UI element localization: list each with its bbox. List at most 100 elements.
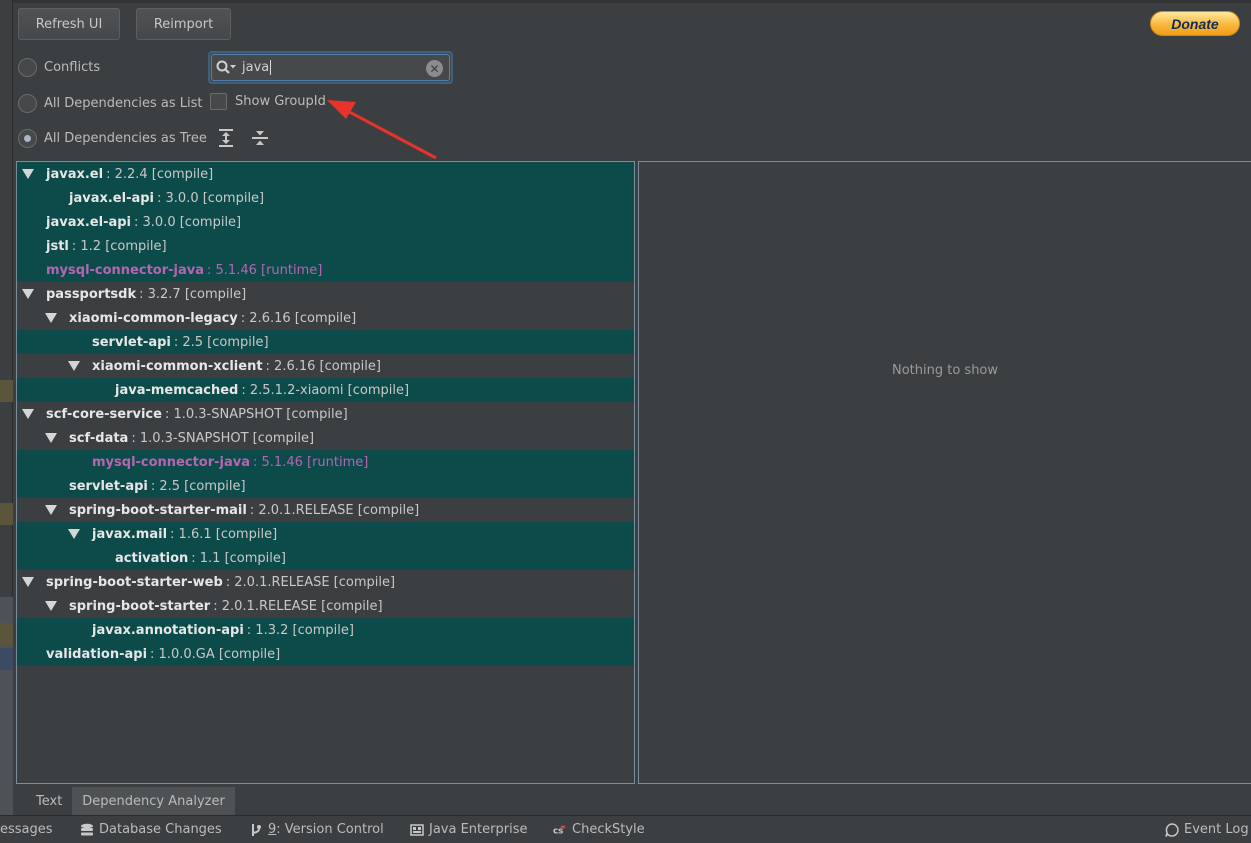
java-enterprise-button[interactable]: Java Enterprise	[410, 822, 527, 837]
mode-conflicts-label: Conflicts	[44, 59, 101, 75]
dependency-name: javax.el	[46, 166, 104, 182]
dependency-version: : 2.0.1.RELEASE [compile]	[213, 598, 383, 614]
tree-row[interactable]: scf-core-service: 1.0.3-SNAPSHOT [compil…	[17, 402, 634, 426]
expand-toggle-icon[interactable]	[68, 361, 80, 371]
dependency-version: : 1.3.2 [compile]	[246, 622, 354, 638]
branch-icon	[252, 823, 261, 836]
dependency-version: : 1.1 [compile]	[191, 550, 286, 566]
tree-row[interactable]: scf-data: 1.0.3-SNAPSHOT [compile]	[17, 426, 634, 450]
event-log-icon	[1165, 822, 1179, 837]
dependency-version: : 2.0.1.RELEASE [compile]	[249, 502, 420, 518]
dependency-version: : 1.0.3-SNAPSHOT [compile]	[131, 430, 315, 446]
expand-toggle-icon[interactable]	[45, 505, 57, 515]
version-control-button[interactable]: 9: Version Control	[249, 822, 384, 837]
tree-row[interactable]: javax.el-api: 3.0.0 [compile]	[17, 186, 634, 210]
dependency-name: javax.el-api	[46, 214, 132, 230]
dependency-name: javax.mail	[92, 526, 168, 542]
radio-conflicts[interactable]	[18, 57, 37, 77]
dependency-version: : 3.0.0 [compile]	[157, 190, 265, 206]
show-groupid-label: Show GroupId	[235, 94, 326, 109]
tree-row[interactable]: javax.annotation-api: 1.3.2 [compile]	[17, 618, 634, 642]
reimport-button[interactable]: Reimport	[136, 8, 231, 40]
expand-toggle-icon[interactable]	[22, 289, 34, 299]
search-input[interactable]: java	[242, 60, 272, 75]
mode-list[interactable]: All Dependencies as List	[18, 93, 203, 113]
refresh-ui-button[interactable]: Refresh UI	[18, 8, 120, 40]
expand-toggle-icon[interactable]	[45, 433, 57, 443]
gutter-marker	[0, 623, 13, 645]
database-changes-label: Database Changes	[99, 822, 222, 837]
dependency-version: : 2.0.1.RELEASE [compile]	[225, 574, 396, 590]
tree-row[interactable]: javax.el: 2.2.4 [compile]	[17, 162, 634, 186]
tree-row[interactable]: spring-boot-starter-web: 2.0.1.RELEASE […	[17, 570, 634, 594]
window-top-edge	[0, 0, 1251, 3]
mode-tree-label: All Dependencies as Tree	[44, 130, 207, 146]
java-enterprise-icon	[410, 823, 424, 836]
dependency-version: : 1.6.1 [compile]	[170, 526, 278, 542]
expand-toggle-icon[interactable]	[22, 577, 34, 587]
clear-icon[interactable]: ✕	[426, 60, 443, 77]
dependency-name: javax.el-api	[69, 190, 155, 206]
tree-row[interactable]: activation: 1.1 [compile]	[17, 546, 634, 570]
tab-text[interactable]: Text	[26, 787, 72, 815]
dependency-name: javax.annotation-api	[92, 622, 244, 638]
tree-row[interactable]: xiaomi-common-legacy: 2.6.16 [compile]	[17, 306, 634, 330]
tree-row[interactable]: servlet-api: 2.5 [compile]	[17, 330, 634, 354]
dependency-version: : 1.0.0.GA [compile]	[150, 646, 281, 662]
donate-button[interactable]: Donate	[1150, 11, 1240, 36]
tree-row[interactable]: mysql-connector-java: 5.1.46 [runtime]	[17, 258, 634, 282]
search-field[interactable]: java ✕	[208, 51, 453, 84]
mode-conflicts[interactable]: Conflicts	[18, 57, 100, 77]
show-groupid-toggle[interactable]: Show GroupId	[210, 93, 326, 110]
tree-row[interactable]: passportsdk: 3.2.7 [compile]	[17, 282, 634, 306]
dependency-name: validation-api	[46, 646, 148, 662]
gutter-marker	[0, 648, 13, 670]
tree-row[interactable]: javax.el-api: 3.0.0 [compile]	[17, 210, 634, 234]
dependency-name: xiaomi-common-legacy	[69, 310, 238, 326]
collapse-all-icon[interactable]	[251, 128, 269, 148]
tree-row[interactable]: javax.mail: 1.6.1 [compile]	[17, 522, 634, 546]
mode-tree[interactable]: All Dependencies as Tree	[18, 128, 207, 148]
expand-toggle-icon[interactable]	[68, 529, 80, 539]
database-changes-button[interactable]: Database Changes	[80, 822, 222, 837]
expand-toggle-icon[interactable]	[22, 169, 34, 179]
tree-row[interactable]: spring-boot-starter-mail: 2.0.1.RELEASE …	[17, 498, 634, 522]
search-icon[interactable]	[216, 60, 236, 76]
dependency-version: : 1.2 [compile]	[71, 238, 167, 254]
mode-list-label: All Dependencies as List	[44, 95, 203, 111]
tab-dependency-analyzer[interactable]: Dependency Analyzer	[72, 787, 235, 815]
dependency-name: mysql-connector-java	[46, 262, 205, 278]
checkstyle-icon: cs	[553, 825, 566, 836]
tree-row[interactable]: spring-boot-starter: 2.0.1.RELEASE [comp…	[17, 594, 634, 618]
expand-toggle-icon[interactable]	[22, 409, 34, 419]
tree-row[interactable]: jstl: 1.2 [compile]	[17, 234, 634, 258]
dependency-name: java-memcached	[115, 382, 239, 398]
radio-list[interactable]	[18, 93, 37, 113]
tree-row[interactable]: servlet-api: 2.5 [compile]	[17, 474, 634, 498]
radio-tree[interactable]	[18, 128, 37, 148]
tree-row[interactable]: xiaomi-common-xclient: 2.6.16 [compile]	[17, 354, 634, 378]
bottom-tabs: Text Dependency Analyzer	[16, 787, 235, 815]
dependency-version: : 3.2.7 [compile]	[139, 286, 247, 302]
dependency-name: spring-boot-starter-web	[46, 574, 223, 590]
event-log-label: Event Log	[1184, 822, 1249, 837]
dependency-version: : 2.5 [compile]	[173, 334, 269, 350]
dependency-version: : 3.0.0 [compile]	[134, 214, 242, 230]
expand-toggle-icon[interactable]	[45, 601, 57, 611]
version-control-label: : Version Control	[276, 822, 384, 837]
dependency-version: : 5.1.46 [runtime]	[253, 454, 369, 470]
expand-toggle-icon[interactable]	[45, 313, 57, 323]
tree-row[interactable]: java-memcached: 2.5.1.2-xiaomi [compile]	[17, 378, 634, 402]
dependency-tree[interactable]: javax.el: 2.2.4 [compile] javax.el-api: 3…	[16, 161, 635, 784]
show-groupid-checkbox[interactable]	[210, 93, 227, 110]
version-control-number: 9	[268, 822, 277, 837]
checkstyle-button[interactable]: cs CheckStyle	[553, 822, 645, 837]
expand-all-icon[interactable]	[217, 128, 235, 148]
tree-row[interactable]: validation-api: 1.0.0.GA [compile]	[17, 642, 634, 666]
dependency-version: : 1.0.3-SNAPSHOT [compile]	[164, 406, 348, 422]
event-log-button[interactable]: Event Log	[1165, 822, 1249, 837]
tree-row[interactable]: mysql-connector-java: 5.1.46 [runtime]	[17, 450, 634, 474]
messages-tool-button[interactable]: essages	[0, 822, 53, 837]
dependency-name: servlet-api	[69, 478, 148, 494]
text-caret	[270, 60, 272, 75]
